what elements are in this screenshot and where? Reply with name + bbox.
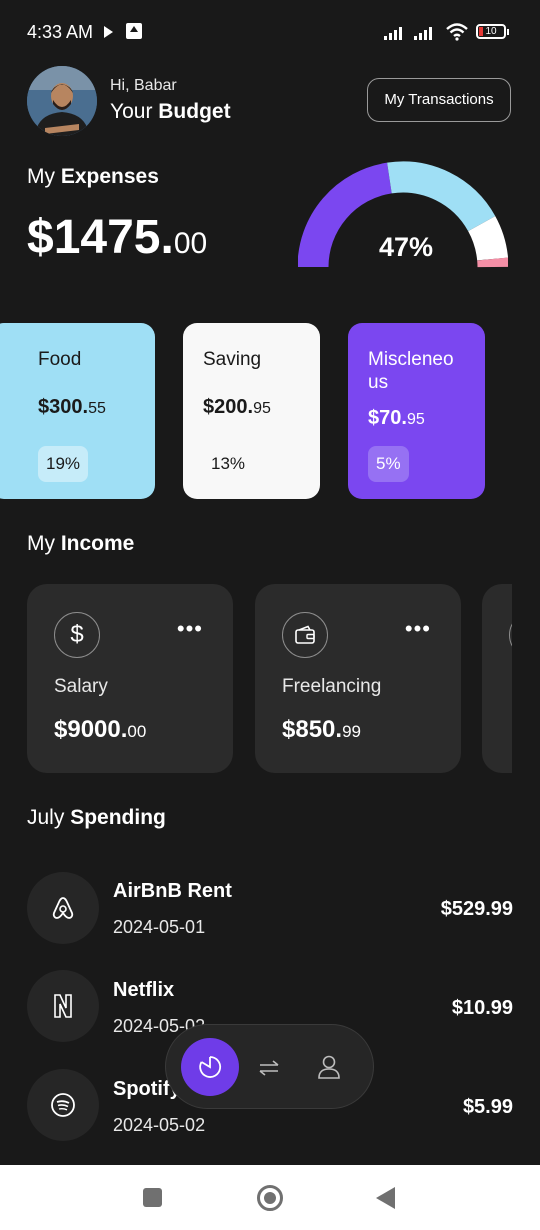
greeting-text: Hi, Babar	[110, 77, 177, 94]
spending-amount: $529.99	[440, 898, 513, 920]
wifi-icon	[446, 23, 468, 41]
status-time: 4:33 AM	[27, 22, 94, 42]
upload-icon	[126, 23, 142, 39]
spending-amount: $10.99	[451, 997, 513, 1019]
avatar[interactable]	[27, 66, 97, 136]
swap-arrows-icon	[259, 1060, 279, 1076]
expenses-heading: My Expenses	[27, 165, 159, 188]
signal-icon	[384, 26, 402, 40]
dollar-icon: $	[54, 612, 100, 658]
category-amount: $300.55	[38, 396, 106, 418]
spending-amount: $5.99	[462, 1096, 513, 1118]
battery-level: 10	[485, 26, 497, 37]
battery-icon: 10	[476, 24, 509, 39]
income-heading: My Income	[27, 532, 135, 555]
my-transactions-button[interactable]: My Transactions	[367, 78, 511, 122]
income-label: Freelancing	[282, 676, 382, 697]
spotify-icon	[27, 1069, 99, 1141]
income-amount: $850.99	[282, 716, 361, 743]
nav-profile-button[interactable]	[314, 1051, 344, 1083]
category-card-saving[interactable]: Saving $200.95 13%	[183, 323, 320, 499]
user-photo	[27, 66, 97, 136]
spending-name: AirBnB Rent	[113, 880, 232, 902]
wallet-icon	[282, 612, 328, 658]
gauge-segment-blue	[387, 161, 496, 232]
play-icon	[104, 26, 113, 38]
recent-apps-icon[interactable]	[143, 1188, 162, 1207]
category-card-miscellaneous[interactable]: Miscleneo us $70.95 5%	[348, 323, 485, 499]
category-name: Food	[38, 349, 82, 370]
expense-total: $1475.00	[27, 211, 208, 264]
income-icon	[509, 612, 512, 658]
pie-chart-icon	[199, 1056, 222, 1078]
more-options-icon[interactable]: •••	[177, 618, 203, 640]
category-percent-badge: 13%	[211, 454, 246, 473]
category-amount: $200.95	[203, 396, 271, 418]
category-card-food[interactable]: Food $300.55 19%	[0, 323, 155, 499]
income-label: Salary	[54, 676, 108, 697]
spending-date: 2024-05-01	[113, 917, 206, 937]
category-name: Saving	[203, 349, 262, 370]
category-percent-badge: 19%	[38, 446, 89, 482]
airbnb-icon	[27, 872, 99, 944]
income-amount: $9000.00	[54, 716, 147, 743]
category-percent-badge: 5%	[368, 446, 409, 482]
gauge-percent: 47%	[378, 232, 434, 262]
signal-icon	[414, 26, 432, 40]
system-nav-bar	[0, 1165, 540, 1230]
income-card-freelancing[interactable]: ••• Freelancing $850.99	[255, 584, 461, 773]
spending-date: 2024-05-02	[113, 1115, 206, 1135]
gauge-segment-white	[467, 216, 508, 262]
income-card-partial[interactable]	[482, 584, 512, 773]
spending-name: Netflix	[113, 979, 175, 1001]
spending-heading: July Spending	[27, 806, 166, 829]
page-title: Your Budget	[110, 100, 231, 123]
income-card-salary[interactable]: $ ••• Salary $9000.00	[27, 584, 233, 773]
netflix-icon	[27, 970, 99, 1042]
home-button-icon[interactable]	[257, 1185, 283, 1211]
more-options-icon[interactable]: •••	[405, 618, 431, 640]
nav-dashboard-button[interactable]	[181, 1038, 239, 1096]
back-icon[interactable]	[376, 1187, 395, 1209]
category-name: Miscleneo us	[368, 349, 454, 393]
status-bar: 4:33 AM 10	[0, 0, 540, 64]
category-amount: $70.95	[368, 407, 425, 429]
user-icon	[318, 1055, 340, 1079]
nav-transactions-button[interactable]	[254, 1053, 284, 1083]
